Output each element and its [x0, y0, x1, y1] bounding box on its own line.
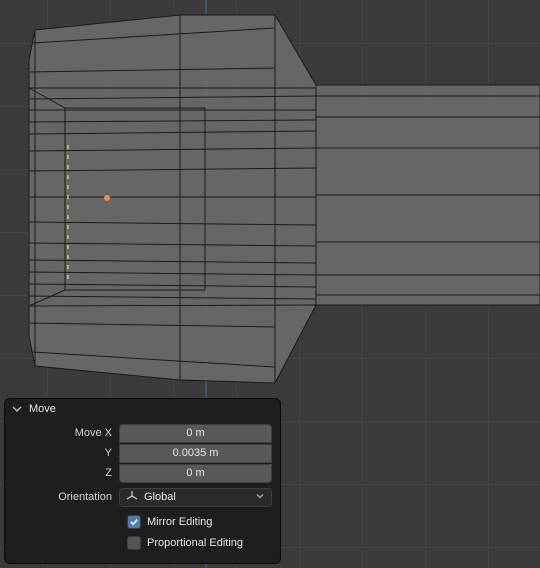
panel-body: Move X 0 m Y 0.0035 m Z 0 m Orientation: [5, 419, 280, 553]
panel-header[interactable]: Move: [5, 399, 280, 419]
move-y-field[interactable]: 0.0035 m: [119, 444, 272, 463]
panel-title: Move: [29, 403, 56, 415]
chevron-down-icon: [255, 491, 265, 504]
move-z-label: Z: [7, 467, 119, 479]
move-z-field[interactable]: 0 m: [119, 464, 272, 483]
proportional-editing-label: Proportional Editing: [147, 537, 243, 549]
move-y-value: 0.0035 m: [173, 447, 219, 459]
orientation-select[interactable]: Global: [119, 488, 272, 507]
mirror-editing-label: Mirror Editing: [147, 516, 212, 528]
operator-panel-move: Move Move X 0 m Y 0.0035 m Z 0 m: [4, 398, 281, 564]
move-x-label: Move X: [7, 427, 119, 439]
move-y-label: Y: [7, 447, 119, 459]
move-z-value: 0 m: [186, 467, 204, 479]
disclosure-triangle-icon: [11, 403, 23, 415]
move-x-value: 0 m: [186, 427, 204, 439]
move-x-field[interactable]: 0 m: [119, 424, 272, 443]
proportional-editing-checkbox[interactable]: [127, 536, 141, 550]
axes-icon: [126, 490, 138, 505]
viewport-3d[interactable]: Move Move X 0 m Y 0.0035 m Z 0 m: [0, 0, 540, 568]
mirror-editing-checkbox[interactable]: [127, 515, 141, 529]
orientation-value: Global: [144, 491, 176, 503]
orientation-label: Orientation: [7, 491, 119, 503]
